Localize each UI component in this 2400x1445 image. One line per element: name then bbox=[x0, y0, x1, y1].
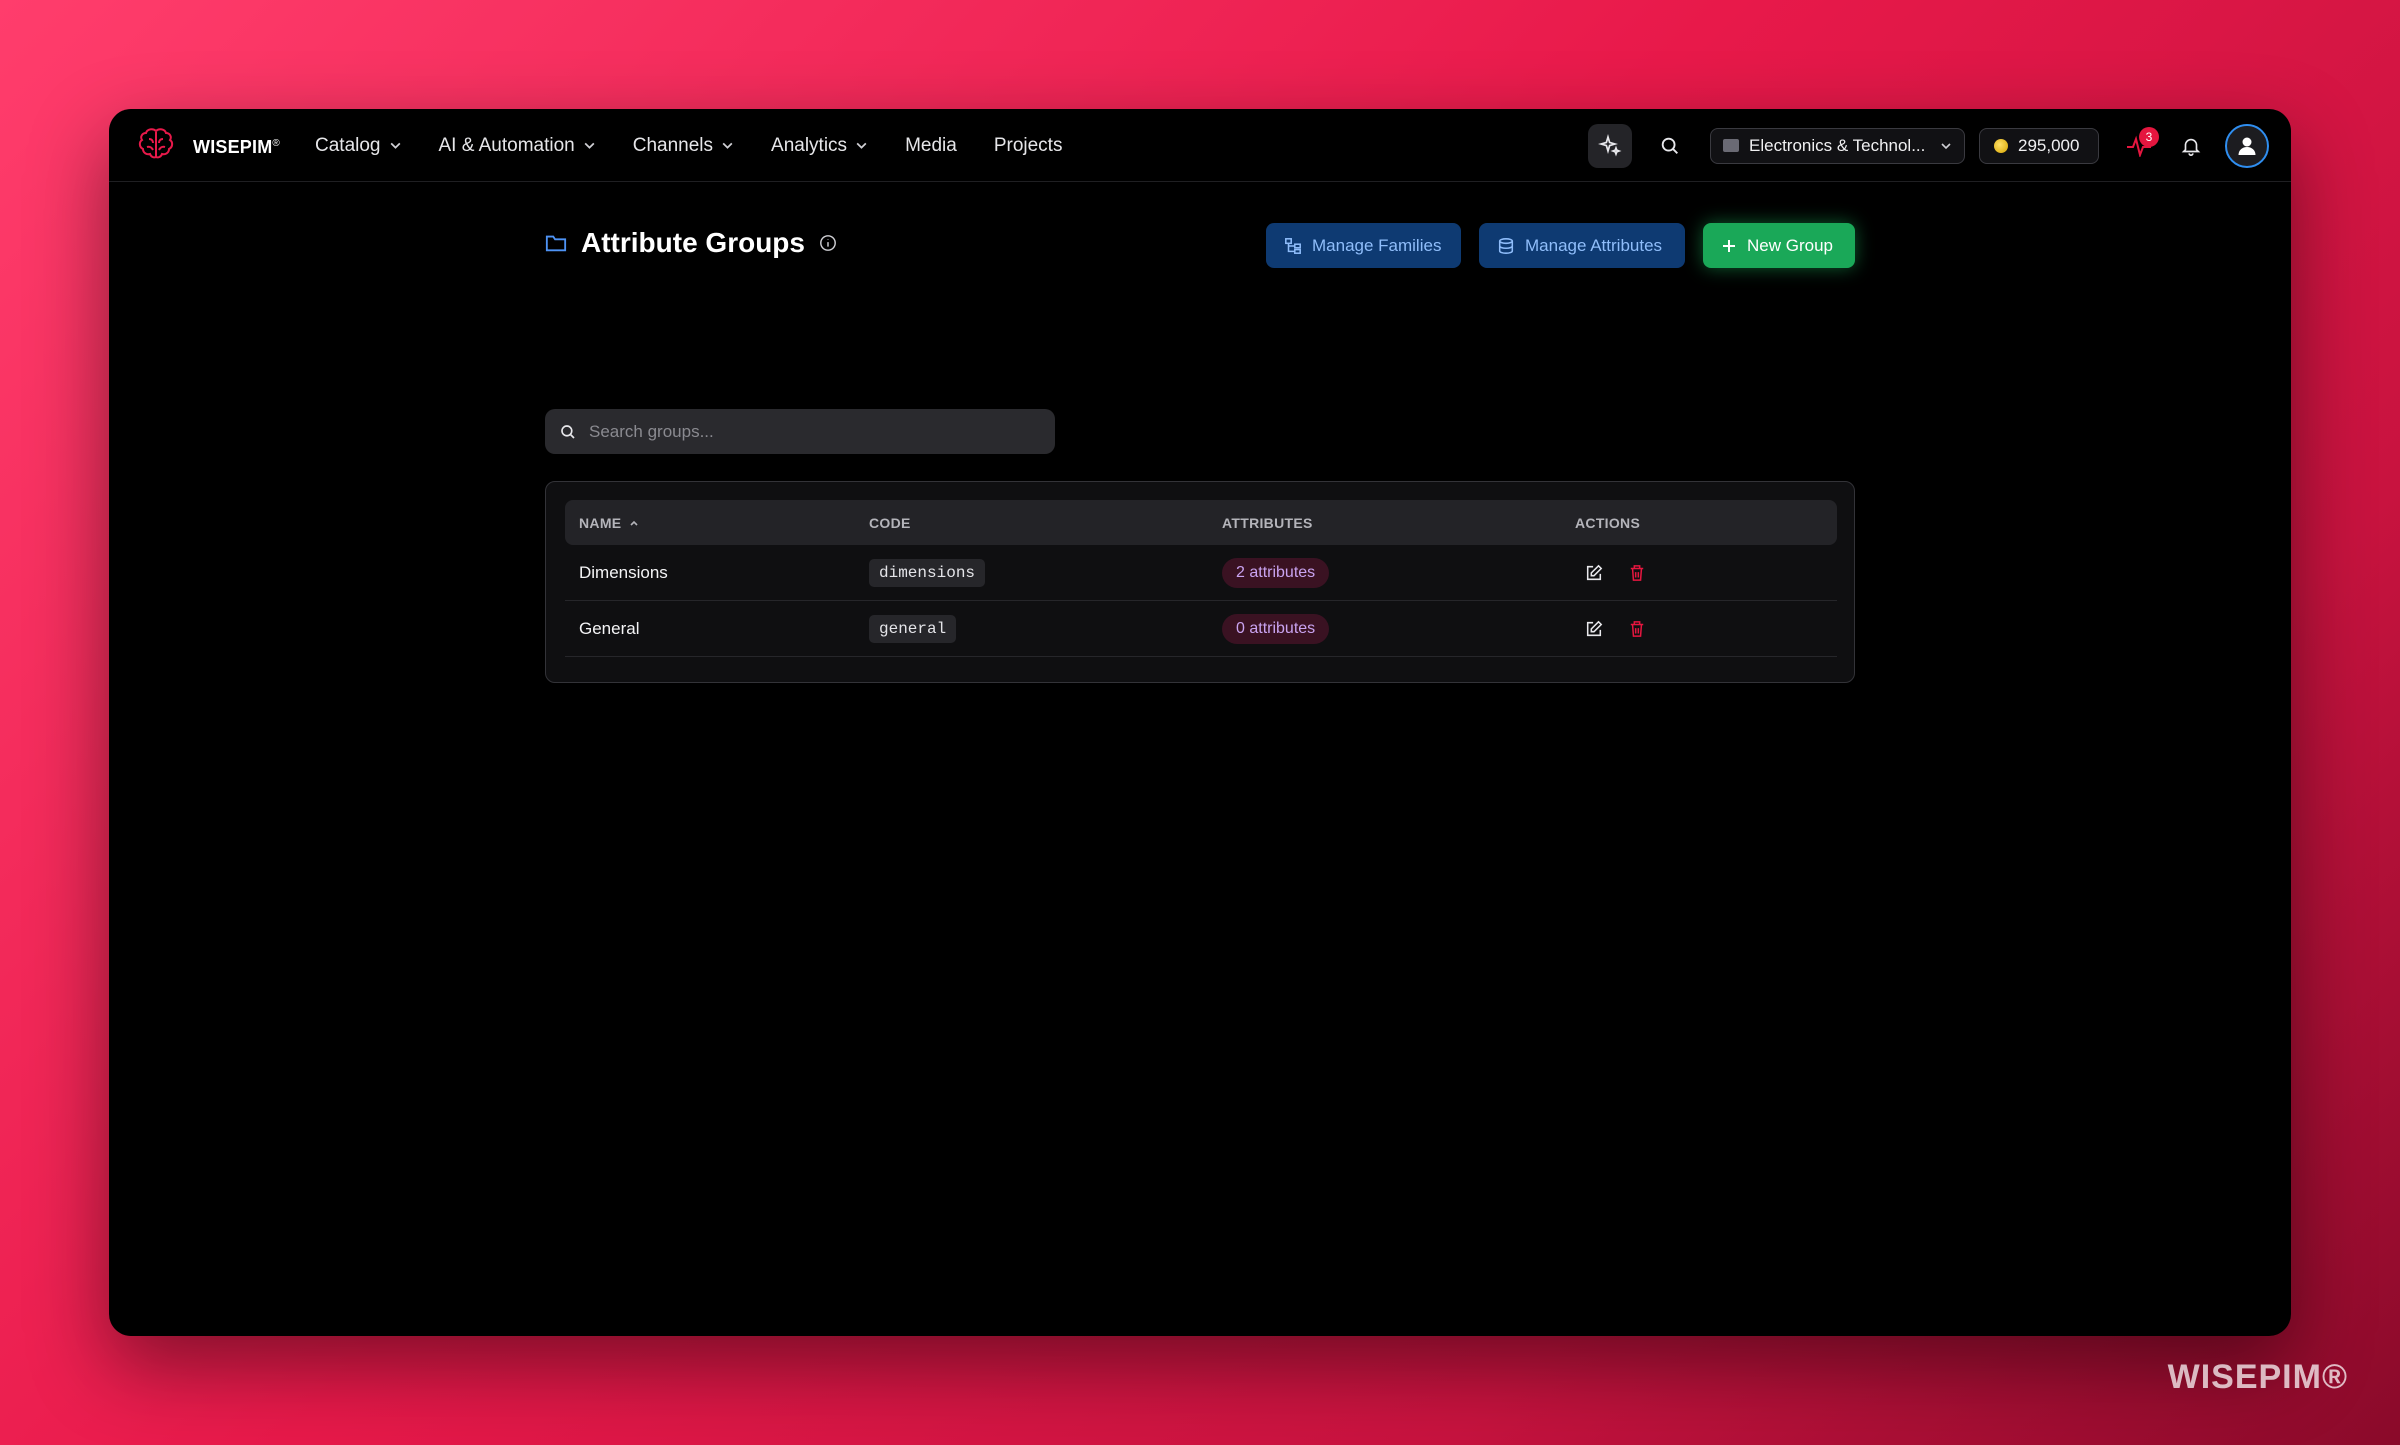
attribute-count-badge: 2 attributes bbox=[1222, 558, 1330, 588]
attribute-count-badge: 0 attributes bbox=[1222, 614, 1330, 644]
user-icon bbox=[2238, 137, 2256, 155]
credits-display[interactable]: 295,000 bbox=[1979, 127, 2099, 164]
brand-name: WISEPIM® bbox=[193, 137, 280, 157]
brand-watermark: WISEPIM® bbox=[2167, 1358, 2348, 1396]
folder-icon bbox=[545, 235, 567, 252]
project-name: Electronics & Technol... bbox=[1749, 135, 1926, 155]
activity-button[interactable]: 3 bbox=[2117, 124, 2161, 168]
chevron-down-icon bbox=[584, 142, 595, 149]
coin-icon bbox=[1994, 138, 2008, 153]
chevron-down-icon bbox=[856, 142, 867, 149]
row-actions bbox=[1585, 545, 1645, 601]
search-groups-field[interactable] bbox=[545, 409, 1055, 454]
sparkle-icon bbox=[1598, 133, 1622, 156]
bell-icon bbox=[2181, 138, 2201, 156]
table-header: NAME CODE ATTRIBUTES ACTIONS bbox=[565, 500, 1837, 545]
group-code: general bbox=[869, 615, 957, 643]
edit-icon bbox=[1586, 564, 1603, 581]
group-code: dimensions bbox=[869, 559, 986, 587]
notifications-button[interactable] bbox=[2169, 124, 2213, 168]
chevron-down-icon bbox=[1941, 142, 1951, 149]
activity-badge: 3 bbox=[2139, 126, 2159, 147]
title-group: Attribute Groups bbox=[545, 227, 837, 259]
nav-ai-automation[interactable]: AI & Automation bbox=[439, 135, 596, 157]
sort-ascending-icon bbox=[630, 520, 638, 526]
column-header-name[interactable]: NAME bbox=[579, 515, 639, 531]
new-group-button[interactable]: New Group bbox=[1703, 223, 1855, 268]
edit-button[interactable] bbox=[1585, 564, 1603, 582]
nav-channels[interactable]: Channels bbox=[633, 135, 734, 157]
topbar-tools: Electronics & Technol... 295,000 3 bbox=[1588, 109, 2269, 182]
project-selector[interactable]: Electronics & Technol... bbox=[1710, 127, 1965, 164]
ai-assistant-button[interactable] bbox=[1588, 123, 1632, 168]
search-button[interactable] bbox=[1648, 124, 1692, 168]
project-flag-icon bbox=[1723, 139, 1739, 152]
search-icon bbox=[1661, 137, 1678, 154]
trash-icon bbox=[1630, 621, 1644, 637]
manage-attributes-button[interactable]: Manage Attributes bbox=[1479, 223, 1685, 268]
column-header-code: CODE bbox=[869, 514, 911, 531]
nav-projects[interactable]: Projects bbox=[994, 135, 1063, 157]
group-name: General bbox=[579, 619, 640, 638]
search-input[interactable] bbox=[589, 421, 1041, 442]
brand[interactable]: WISEPIM® bbox=[137, 127, 280, 168]
column-header-actions: ACTIONS bbox=[1575, 514, 1641, 531]
app-window: WISEPIM® Catalog AI & Automation Channel… bbox=[109, 109, 2291, 1336]
brain-logo-icon bbox=[137, 127, 175, 168]
edit-icon bbox=[1586, 620, 1603, 637]
table-row: Dimensions dimensions 2 attributes bbox=[565, 545, 1837, 601]
plus-icon bbox=[1723, 239, 1735, 252]
delete-button[interactable] bbox=[1629, 620, 1645, 638]
nav-media[interactable]: Media bbox=[905, 135, 957, 157]
edit-button[interactable] bbox=[1585, 620, 1603, 638]
trash-icon bbox=[1630, 565, 1644, 581]
page-header: Attribute Groups Manage Families Manage … bbox=[545, 215, 1855, 275]
page-title: Attribute Groups bbox=[581, 227, 805, 258]
main-content: Attribute Groups Manage Families Manage … bbox=[545, 215, 1855, 683]
main-nav: Catalog AI & Automation Channels Analyti… bbox=[315, 109, 1062, 182]
nav-catalog[interactable]: Catalog bbox=[315, 135, 402, 157]
credits-value: 295,000 bbox=[2018, 135, 2080, 155]
chevron-down-icon bbox=[390, 142, 400, 149]
top-navbar: WISEPIM® Catalog AI & Automation Channel… bbox=[109, 109, 2291, 182]
hierarchy-icon bbox=[1285, 237, 1301, 254]
nav-analytics[interactable]: Analytics bbox=[771, 135, 868, 157]
table-row: General general 0 attributes bbox=[565, 601, 1837, 657]
info-icon[interactable] bbox=[819, 234, 837, 252]
user-avatar[interactable] bbox=[2225, 123, 2269, 168]
group-name: Dimensions bbox=[579, 563, 668, 582]
column-header-attributes: ATTRIBUTES bbox=[1222, 514, 1313, 531]
attribute-groups-table: NAME CODE ATTRIBUTES ACTIONS Dimensions … bbox=[545, 481, 1855, 683]
chevron-down-icon bbox=[722, 142, 733, 149]
row-actions bbox=[1585, 601, 1645, 657]
database-icon bbox=[1498, 237, 1514, 254]
delete-button[interactable] bbox=[1629, 564, 1645, 582]
search-icon bbox=[561, 424, 575, 439]
manage-families-button[interactable]: Manage Families bbox=[1266, 223, 1461, 268]
